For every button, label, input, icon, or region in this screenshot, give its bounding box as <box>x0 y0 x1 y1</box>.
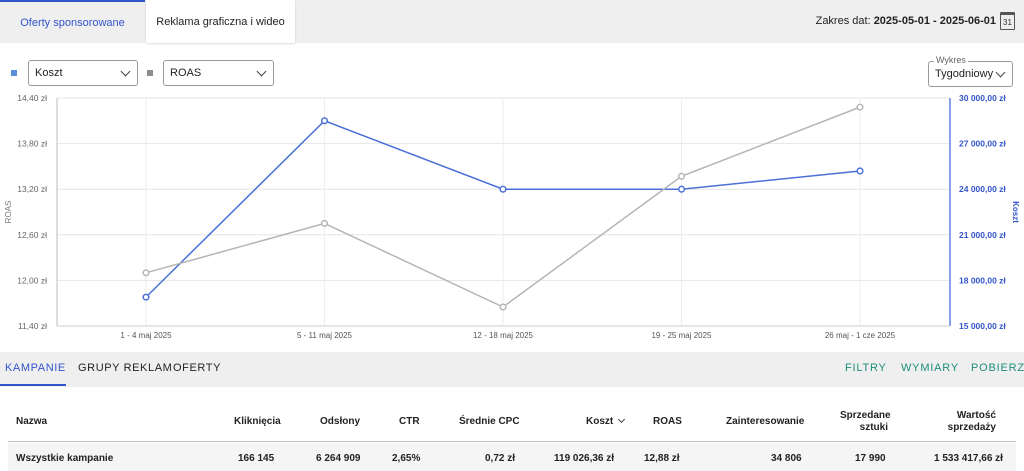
data-point-1 <box>677 172 686 180</box>
data-point-0 <box>856 167 864 175</box>
subtab-grupy-reklam[interactable]: GRUPY REKLAM <box>78 362 172 374</box>
date-range-value: 2025-05-01 - 2025-06-01 <box>873 15 996 27</box>
col-wartosc-line2: sprzedaży <box>947 422 996 433</box>
col-wartosc-line1: Wartość <box>956 410 996 421</box>
col-koszt[interactable]: Koszt <box>586 415 626 428</box>
cell-odslony: 6 264 909 <box>316 453 361 464</box>
sort-chevron-icon <box>618 415 626 424</box>
y-left-tick-label: 14,40 zł <box>17 93 47 103</box>
data-point-1 <box>320 219 329 227</box>
col-odslony[interactable]: Odsłony <box>320 416 360 428</box>
cell-cpc: 0,72 zł <box>485 453 516 464</box>
subtab-kampanie[interactable]: KAMPANIE <box>5 362 66 374</box>
calendar-day: 31 <box>1003 17 1012 27</box>
col-wartosc-sprzedazy[interactable]: Wartość sprzedaży <box>946 410 996 434</box>
y-right-tick-label: 27 000,00 zł <box>959 139 1006 149</box>
tab-label: Oferty sponsorowane <box>20 16 125 29</box>
top-bar: Oferty sponsorowane Reklama graficzna i … <box>0 0 1024 43</box>
data-point-0 <box>320 117 329 125</box>
wykres-label: Wykres <box>934 55 968 65</box>
col-zainteresowanie[interactable]: Zainteresowanie <box>726 416 804 428</box>
y-left-tick-label: 13,80 zł <box>17 139 47 149</box>
cell-zainteresowanie: 34 806 <box>771 453 802 464</box>
data-point-0 <box>499 185 507 193</box>
wymiary-button[interactable]: WYMIARY <box>901 362 959 374</box>
active-subtab-indicator <box>0 384 66 386</box>
metric2-value: ROAS <box>170 67 202 79</box>
col-ctr[interactable]: CTR <box>399 416 420 428</box>
cell-nazwa: Wszystkie kampanie <box>16 453 114 464</box>
data-point-0 <box>142 293 150 301</box>
line-chart: 14,40 zł 30 000,00 zł 13,80 zł 27 000,00 zł… <box>4 93 1020 340</box>
data-point-0 <box>677 185 686 193</box>
chevron-down-icon <box>120 66 131 77</box>
col-sprzedane-line2: sztuki <box>859 422 888 433</box>
data-point-1 <box>142 269 150 277</box>
x-tick-label: 19 - 25 maj 2025 <box>651 331 712 340</box>
y-left-tick-label: 13,20 zł <box>17 184 47 194</box>
x-tick-label: 1 - 4 maj 2025 <box>120 331 172 340</box>
y-right-tick-label: 18 000,00 zł <box>959 275 1006 285</box>
data-point-1 <box>499 303 507 311</box>
tab-reklama-graficzna[interactable]: Reklama graficzna i wideo <box>146 0 295 43</box>
table-header: Nazwa Kliknięcia Odsłony CTR Średnie CPC… <box>8 398 1016 442</box>
cell-klikniecia: 166 145 <box>238 453 275 464</box>
cell-koszt: 119 026,36 zł <box>554 453 615 464</box>
cell-wartosc: 1 533 417,66 zł <box>934 453 1003 464</box>
date-range[interactable]: Zakres dat: 2025-05-01 - 2025-06-01 <box>816 15 996 27</box>
x-tick-label: 12 - 18 maj 2025 <box>473 331 534 340</box>
y-left-tick-label: 11,40 zł <box>18 321 47 331</box>
y-right-axis-title: Koszt <box>1011 201 1020 223</box>
metric1-legend-marker <box>11 70 17 76</box>
metric1-select[interactable]: Koszt <box>28 60 138 86</box>
col-roas[interactable]: ROAS <box>653 416 682 428</box>
pobierz-button[interactable]: POBIERZ <box>971 362 1024 374</box>
tab-label: Reklama graficzna i wideo <box>156 15 285 28</box>
y-right-tick-label: 30 000,00 zł <box>959 93 1006 103</box>
chevron-down-icon <box>995 67 1006 78</box>
table-row[interactable]: Wszystkie kampanie 166 145 6 264 909 2,6… <box>8 443 1016 471</box>
x-tick-label: 5 - 11 maj 2025 <box>297 331 353 340</box>
metric2-select[interactable]: ROAS <box>163 60 274 86</box>
date-range-prefix: Zakres dat: <box>815 15 871 27</box>
y-right-tick-label: 15 000,00 zł <box>959 321 1006 331</box>
col-sprzedane-line1: Sprzedane <box>840 410 891 421</box>
cell-ctr: 2,65% <box>392 453 421 464</box>
calendar-icon[interactable]: 31 <box>1000 12 1015 30</box>
col-klikniecia[interactable]: Kliknięcia <box>234 416 281 428</box>
chevron-down-icon <box>256 66 267 77</box>
filtry-button[interactable]: FILTRY <box>845 362 887 374</box>
tab-oferty-sponsorowane[interactable]: Oferty sponsorowane <box>0 0 145 43</box>
y-left-axis-title: ROAS <box>4 201 13 224</box>
y-right-tick-label: 24 000,00 zł <box>959 184 1006 194</box>
metric2-legend-marker <box>147 70 153 76</box>
col-koszt-label: Koszt <box>586 416 614 427</box>
data-point-1 <box>856 103 864 111</box>
metric1-value: Koszt <box>35 67 63 79</box>
y-right-tick-label: 21 000,00 zł <box>959 230 1006 240</box>
sub-tabs-bar: KAMPANIE GRUPY REKLAM OFERTY FILTRY WYMI… <box>0 352 1024 387</box>
wykres-value: Tygodniowy <box>935 68 994 80</box>
y-left-tick-label: 12,00 zł <box>17 275 47 285</box>
col-sprzedane-sztuki[interactable]: Sprzedane sztuki <box>840 410 891 434</box>
col-nazwa[interactable]: Nazwa <box>16 416 47 428</box>
col-cpc[interactable]: Średnie CPC <box>459 416 520 428</box>
cell-roas: 12,88 zł <box>644 453 680 464</box>
x-tick-label: 26 maj - 1 cze 2025 <box>825 331 896 340</box>
cell-sprzedane: 17 990 <box>855 453 886 464</box>
y-left-tick-label: 12,60 zł <box>17 230 47 240</box>
subtab-oferty[interactable]: OFERTY <box>173 362 221 374</box>
